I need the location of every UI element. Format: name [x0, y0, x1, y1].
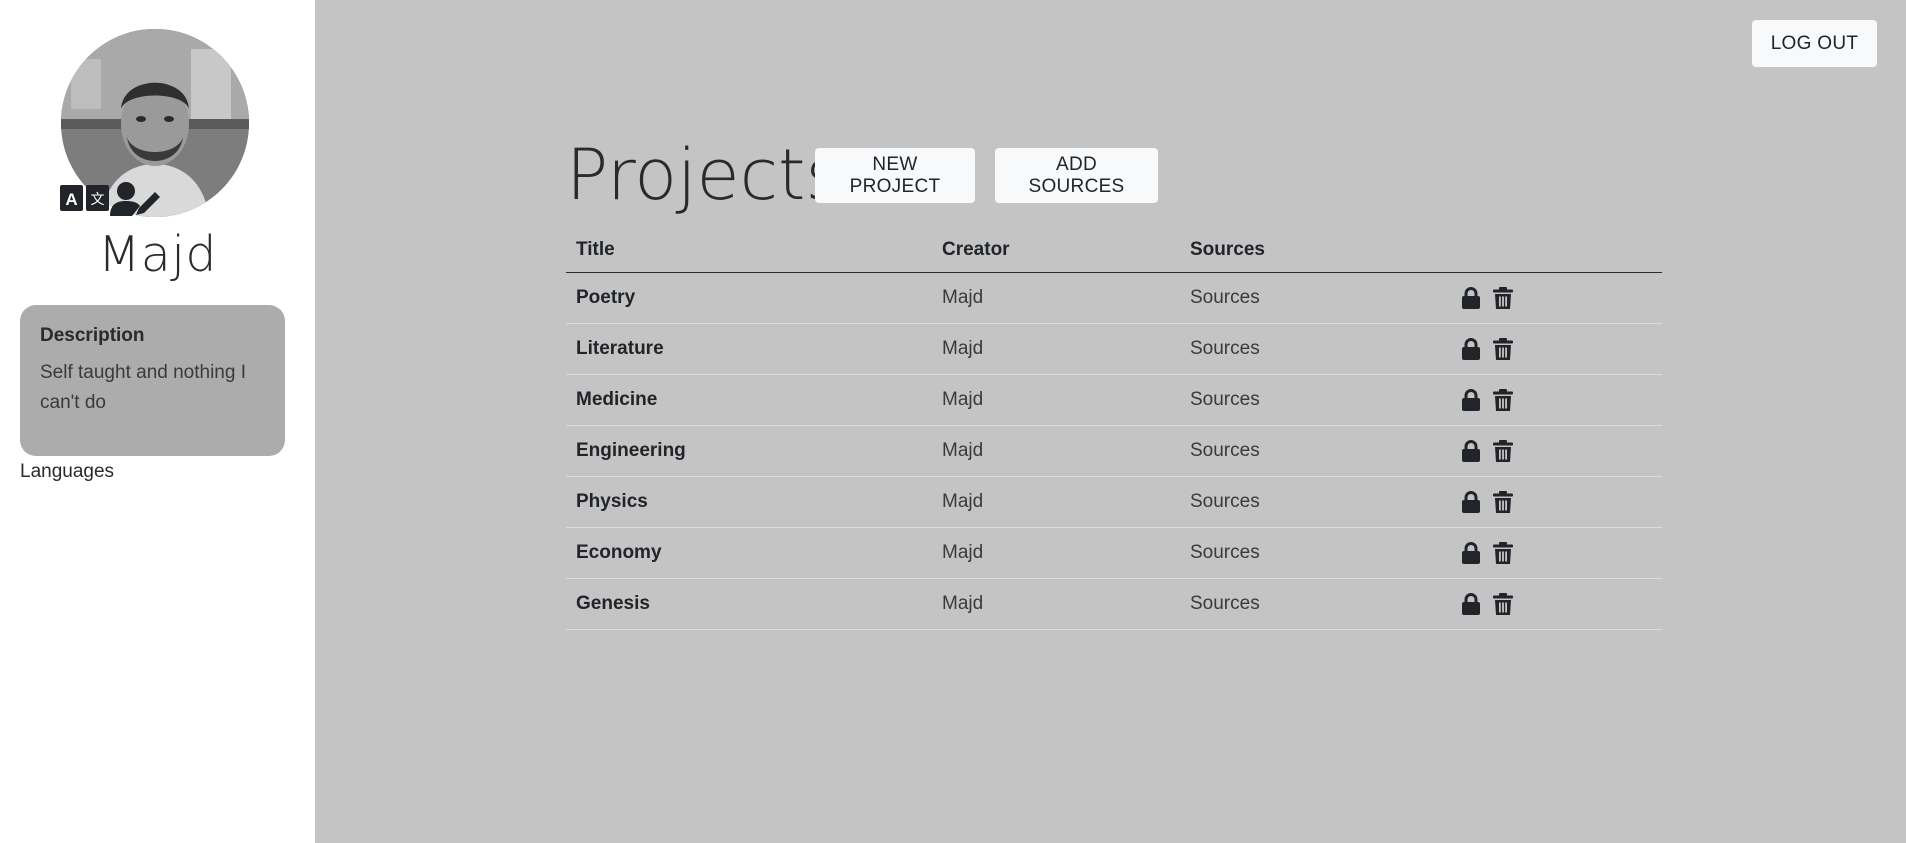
project-actions [1443, 527, 1662, 579]
project-sources-link[interactable]: Sources [1180, 323, 1443, 375]
trash-icon[interactable] [1493, 287, 1513, 309]
project-actions [1443, 323, 1662, 375]
lock-icon[interactable] [1461, 389, 1481, 411]
trash-icon[interactable] [1493, 542, 1513, 564]
project-actions [1443, 374, 1662, 426]
translate-icon: A 文 [60, 185, 109, 211]
column-header-title: Title [566, 228, 932, 273]
svg-text:A: A [65, 190, 77, 209]
project-title[interactable]: Medicine [566, 374, 932, 426]
trash-icon[interactable] [1493, 593, 1513, 615]
project-creator: Majd [932, 374, 1180, 426]
description-card: Description Self taught and nothing I ca… [20, 305, 285, 456]
project-actions [1443, 272, 1662, 324]
project-sources-link[interactable]: Sources [1180, 578, 1443, 630]
lock-icon[interactable] [1461, 593, 1481, 615]
lock-icon[interactable] [1461, 491, 1481, 513]
svg-text:文: 文 [91, 192, 105, 208]
project-title[interactable]: Economy [566, 527, 932, 579]
table-row: Genesis Majd Sources [566, 578, 1662, 630]
add-sources-button[interactable]: ADD SOURCES [995, 148, 1158, 203]
column-header-sources: Sources [1180, 228, 1443, 273]
description-title: Description [40, 325, 145, 346]
lock-icon[interactable] [1461, 542, 1481, 564]
lock-icon[interactable] [1461, 287, 1481, 309]
project-title[interactable]: Poetry [566, 272, 932, 324]
table-header-row: Title Creator Sources [566, 228, 1662, 273]
project-title[interactable]: Literature [566, 323, 932, 375]
project-sources-link[interactable]: Sources [1180, 374, 1443, 426]
languages-label: Languages [20, 461, 115, 482]
table-row: Poetry Majd Sources [566, 272, 1662, 324]
table-row: Economy Majd Sources [566, 527, 1662, 579]
new-project-button[interactable]: NEW PROJECT [815, 148, 975, 203]
page-title: Projects [566, 134, 842, 216]
trash-icon[interactable] [1493, 491, 1513, 513]
project-actions [1443, 578, 1662, 630]
logout-button[interactable]: LOG OUT [1752, 20, 1877, 67]
project-actions [1443, 476, 1662, 528]
project-creator: Majd [932, 527, 1180, 579]
trash-icon[interactable] [1493, 440, 1513, 462]
column-header-creator: Creator [932, 228, 1180, 273]
project-title[interactable]: Engineering [566, 425, 932, 477]
project-title[interactable]: Physics [566, 476, 932, 528]
role-icons: A 文 [60, 182, 162, 216]
project-creator: Majd [932, 578, 1180, 630]
project-creator: Majd [932, 425, 1180, 477]
trash-icon[interactable] [1493, 389, 1513, 411]
project-creator: Majd [932, 476, 1180, 528]
table-row: Physics Majd Sources [566, 476, 1662, 528]
project-sources-link[interactable]: Sources [1180, 527, 1443, 579]
user-edit-icon [110, 182, 160, 216]
column-header-actions [1443, 228, 1662, 273]
table-row: Medicine Majd Sources [566, 374, 1662, 426]
table-row: Engineering Majd Sources [566, 425, 1662, 477]
lock-icon[interactable] [1461, 338, 1481, 360]
lock-icon[interactable] [1461, 440, 1481, 462]
project-sources-link[interactable]: Sources [1180, 425, 1443, 477]
profile-name: Majd [97, 226, 218, 283]
project-sources-link[interactable]: Sources [1180, 272, 1443, 324]
table-row: Literature Majd Sources [566, 323, 1662, 375]
profile-sidebar: A 文 Majd Description Self taught and not… [0, 0, 315, 843]
description-text: Self taught and nothing I can't do [40, 362, 246, 413]
project-creator: Majd [932, 272, 1180, 324]
project-creator: Majd [932, 323, 1180, 375]
project-actions [1443, 425, 1662, 477]
trash-icon[interactable] [1493, 338, 1513, 360]
project-title[interactable]: Genesis [566, 578, 932, 630]
projects-table: Title Creator Sources Poetry Majd Source… [566, 228, 1662, 630]
project-sources-link[interactable]: Sources [1180, 476, 1443, 528]
